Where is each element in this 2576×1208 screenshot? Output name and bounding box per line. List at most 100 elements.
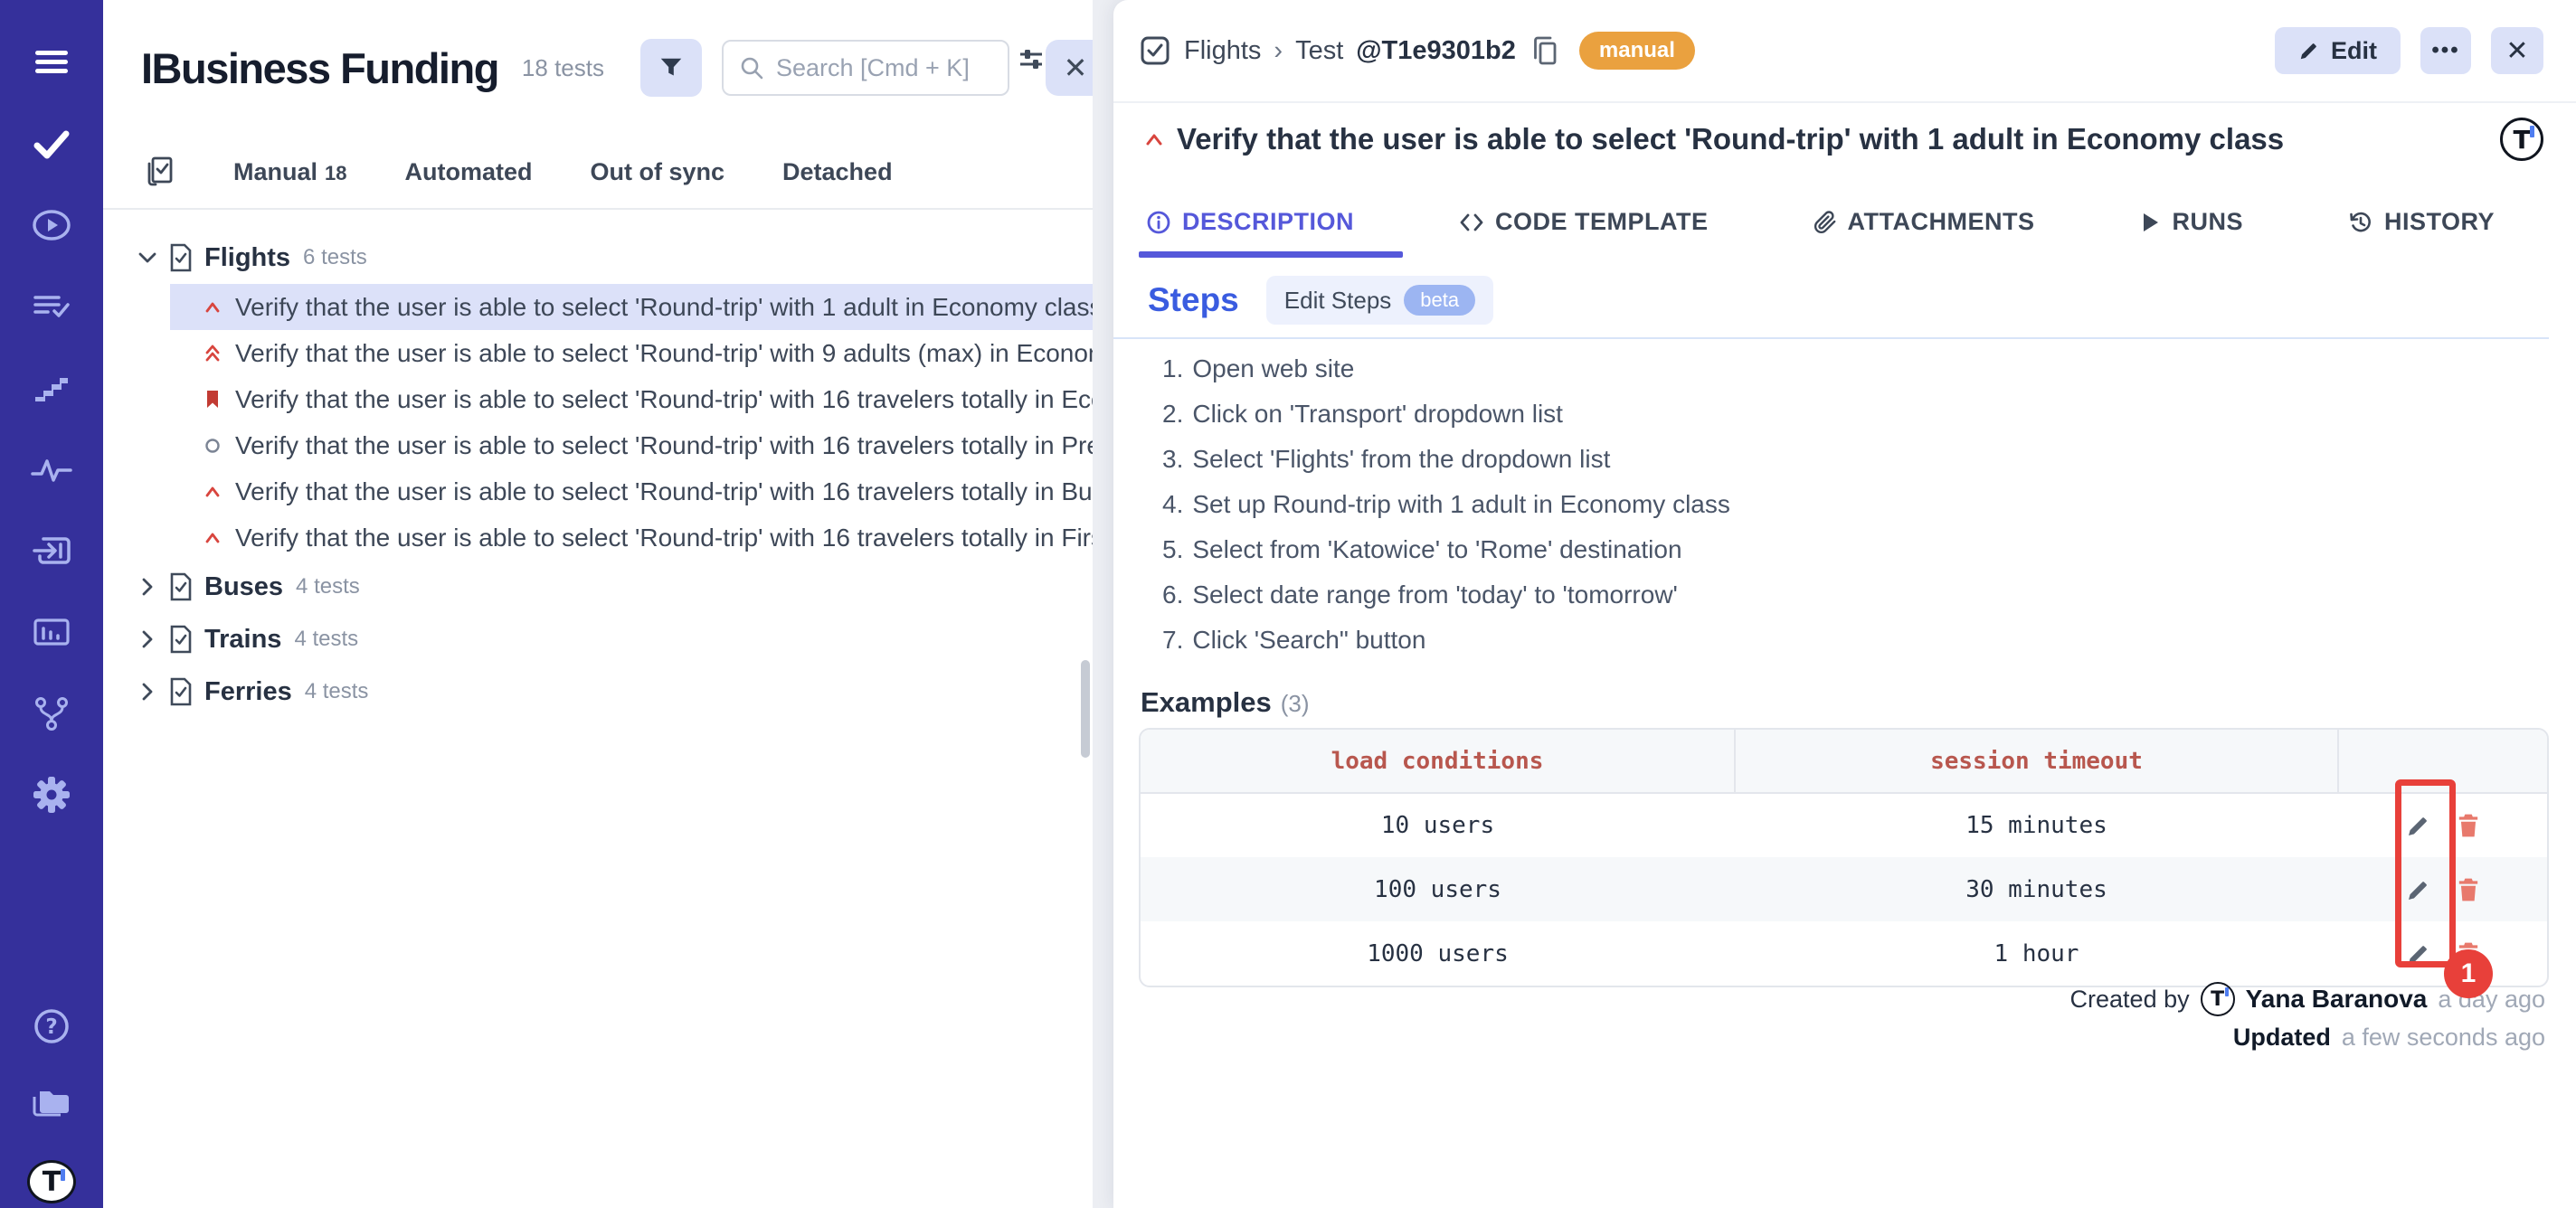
chevron-right-icon[interactable] bbox=[136, 629, 159, 649]
priority-high-icon bbox=[201, 531, 224, 544]
step-item: 3.Select 'Flights' from the dropdown lis… bbox=[1162, 437, 2576, 482]
project-panel: IBusiness Funding 18 tests ✕ Manual18 Au… bbox=[103, 0, 1093, 1208]
test-tree: Flights 6 tests Verify that the user is … bbox=[103, 231, 1093, 718]
step-item: 4.Set up Round-trip with 1 adult in Econ… bbox=[1162, 482, 2576, 527]
table-row: 100 users 30 minutes bbox=[1141, 857, 2547, 921]
scrollbar-thumb[interactable] bbox=[1081, 660, 1090, 758]
suite-name: Ferries bbox=[204, 677, 292, 707]
steps-list: 1.Open web site 2.Click on 'Transport' d… bbox=[1162, 339, 2576, 663]
updated-line: Updated a few seconds ago bbox=[2233, 1024, 2545, 1052]
test-label: Verify that the user is able to select '… bbox=[235, 477, 1093, 506]
priority-high-icon bbox=[201, 300, 224, 314]
tab-manual[interactable]: Manual18 bbox=[233, 158, 347, 186]
run-play-circle-icon[interactable] bbox=[30, 204, 73, 246]
edit-button[interactable]: Edit bbox=[2275, 27, 2401, 74]
breadcrumb-test-id: @T1e9301b2 bbox=[1356, 36, 1516, 66]
filter-button[interactable] bbox=[640, 39, 702, 97]
search-input[interactable] bbox=[776, 54, 984, 82]
suite-doc-check-icon bbox=[168, 625, 194, 654]
suite-row-buses[interactable]: Buses 4 tests bbox=[103, 561, 1093, 613]
steps-stairs-icon[interactable] bbox=[30, 367, 73, 409]
menu-icon[interactable] bbox=[30, 42, 73, 83]
sidebar-bottom: ? T bbox=[30, 1005, 73, 1208]
test-plans-list-check-icon[interactable] bbox=[30, 286, 73, 327]
tab-out-of-sync[interactable]: Out of sync bbox=[591, 158, 725, 186]
test-row[interactable]: Verify that the user is able to select '… bbox=[170, 422, 1093, 468]
test-label: Verify that the user is able to select '… bbox=[235, 385, 1093, 414]
more-options-button[interactable]: ••• bbox=[2420, 27, 2471, 74]
edit-row-button[interactable] bbox=[2401, 873, 2436, 907]
testomat-logo-icon[interactable]: T bbox=[30, 1161, 73, 1203]
chevron-right-icon[interactable] bbox=[136, 682, 159, 702]
search-icon bbox=[738, 54, 765, 81]
settings-gear-icon[interactable] bbox=[30, 774, 73, 816]
suite-row-flights[interactable]: Flights 6 tests bbox=[103, 231, 1093, 284]
test-detail-panel: Flights › Test @T1e9301b2 manual Edit ••… bbox=[1113, 0, 2576, 1208]
test-label: Verify that the user is able to select '… bbox=[235, 524, 1093, 552]
sliders-icon[interactable] bbox=[1018, 45, 1046, 72]
test-row[interactable]: Verify that the user is able to select '… bbox=[170, 514, 1093, 561]
suite-row-ferries[interactable]: Ferries 4 tests bbox=[103, 665, 1093, 718]
suite-name: Buses bbox=[204, 572, 283, 602]
edit-steps-button[interactable]: Edit Steps beta bbox=[1266, 276, 1493, 325]
chevron-down-icon[interactable] bbox=[136, 251, 159, 264]
import-sign-in-icon[interactable] bbox=[30, 530, 73, 571]
updated-label: Updated bbox=[2233, 1024, 2331, 1052]
step-item: 2.Click on 'Transport' dropdown list bbox=[1162, 392, 2576, 437]
step-item: 6.Select date range from 'today' to 'tom… bbox=[1162, 572, 2576, 618]
tests-check-icon[interactable] bbox=[30, 123, 73, 165]
table-row: 1000 users 1 hour bbox=[1141, 921, 2547, 986]
suite-row-trains[interactable]: Trains 4 tests bbox=[103, 613, 1093, 665]
tab-manual-count: 18 bbox=[325, 162, 346, 184]
examples-count: (3) bbox=[1281, 690, 1310, 717]
testomat-logo: T bbox=[27, 1160, 76, 1203]
pencil-icon bbox=[2298, 40, 2320, 61]
breadcrumb-separator: › bbox=[1274, 36, 1283, 66]
copy-icon[interactable] bbox=[1530, 34, 1559, 67]
step-item: 7.Click 'Search" button bbox=[1162, 618, 2576, 663]
pulse-activity-icon[interactable] bbox=[30, 448, 73, 490]
steps-heading: Steps bbox=[1148, 281, 1239, 319]
tab-automated[interactable]: Automated bbox=[405, 158, 533, 186]
priority-normal-circle-icon bbox=[201, 438, 224, 454]
help-question-icon[interactable]: ? bbox=[30, 1005, 73, 1047]
table-row: 10 users 15 minutes bbox=[1141, 793, 2547, 857]
tab-detached[interactable]: Detached bbox=[782, 158, 893, 186]
chevron-right-icon[interactable] bbox=[136, 577, 159, 597]
suite-count: 6 tests bbox=[303, 245, 367, 270]
author-name: Yana Baranova bbox=[2246, 985, 2428, 1014]
project-title: IBusiness Funding bbox=[141, 43, 498, 93]
tab-history[interactable]: HISTORY bbox=[2348, 208, 2495, 258]
tab-runs[interactable]: RUNS bbox=[2139, 208, 2243, 258]
test-title-row: Verify that the user is able to select '… bbox=[1113, 103, 2576, 161]
sidebar: ? T bbox=[0, 0, 103, 1208]
tab-attachments[interactable]: ATTACHMENTS bbox=[1814, 208, 2035, 258]
delete-row-button[interactable] bbox=[2452, 808, 2485, 843]
tab-code-template[interactable]: CODE TEMPLATE bbox=[1459, 208, 1709, 258]
edit-row-button[interactable] bbox=[2401, 808, 2436, 843]
panel-close-button[interactable]: ✕ bbox=[1046, 40, 1093, 96]
analytics-bar-chart-icon[interactable] bbox=[30, 611, 73, 653]
avatar: T bbox=[2201, 982, 2235, 1016]
examples-table: load conditions session timeout 10 users… bbox=[1139, 728, 2549, 987]
examples-heading: Examples(3) bbox=[1141, 686, 2576, 719]
updated-time: a few seconds ago bbox=[2342, 1024, 2545, 1052]
breadcrumb-suite[interactable]: Flights bbox=[1184, 36, 1261, 66]
column-header: load conditions bbox=[1141, 730, 1735, 793]
test-label: Verify that the user is able to select '… bbox=[235, 431, 1093, 460]
cell-load: 10 users bbox=[1141, 793, 1735, 857]
branches-git-icon[interactable] bbox=[30, 693, 73, 734]
test-row[interactable]: Verify that the user is able to select '… bbox=[170, 330, 1093, 376]
test-row[interactable]: Verify that the user is able to select '… bbox=[170, 284, 1093, 330]
test-row[interactable]: Verify that the user is able to select '… bbox=[170, 376, 1093, 422]
delete-row-button[interactable] bbox=[2452, 873, 2485, 907]
checklist-icon[interactable] bbox=[145, 156, 175, 188]
tab-description[interactable]: DESCRIPTION bbox=[1146, 208, 1354, 258]
breadcrumb-test-prefix: Test bbox=[1295, 36, 1343, 66]
suite-doc-check-icon bbox=[168, 677, 194, 706]
close-detail-button[interactable]: ✕ bbox=[2491, 27, 2543, 74]
test-row[interactable]: Verify that the user is able to select '… bbox=[170, 468, 1093, 514]
projects-folder-icon[interactable] bbox=[30, 1083, 73, 1125]
cell-load: 100 users bbox=[1141, 857, 1735, 921]
edit-row-button[interactable] bbox=[2401, 937, 2436, 971]
